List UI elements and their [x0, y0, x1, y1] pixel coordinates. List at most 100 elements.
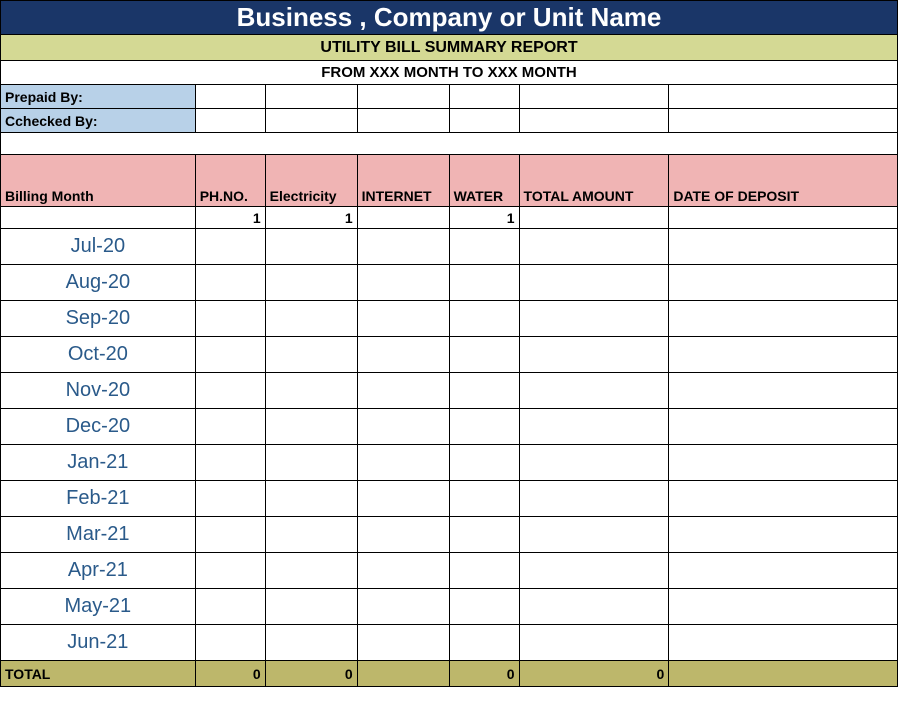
cell[interactable]: [265, 373, 357, 409]
cell[interactable]: [195, 445, 265, 481]
cell[interactable]: [519, 445, 669, 481]
cell[interactable]: [265, 517, 357, 553]
cell[interactable]: [195, 301, 265, 337]
cell[interactable]: [357, 133, 449, 155]
cell[interactable]: [449, 265, 519, 301]
cell[interactable]: [265, 85, 357, 109]
cell[interactable]: [357, 553, 449, 589]
cell[interactable]: [449, 229, 519, 265]
cell[interactable]: [519, 109, 669, 133]
cell[interactable]: [519, 517, 669, 553]
cell[interactable]: [195, 85, 265, 109]
cell[interactable]: [195, 229, 265, 265]
cell[interactable]: [669, 589, 898, 625]
cell[interactable]: [449, 337, 519, 373]
cell[interactable]: [519, 229, 669, 265]
cell[interactable]: [195, 109, 265, 133]
cell[interactable]: [669, 133, 898, 155]
cell[interactable]: [519, 409, 669, 445]
cell[interactable]: [195, 133, 265, 155]
cell[interactable]: [265, 553, 357, 589]
cell[interactable]: [519, 589, 669, 625]
cell[interactable]: [195, 481, 265, 517]
cell[interactable]: [449, 373, 519, 409]
month-cell[interactable]: Nov-20: [1, 373, 196, 409]
cell[interactable]: [265, 445, 357, 481]
cell[interactable]: [519, 133, 669, 155]
month-cell[interactable]: Jul-20: [1, 229, 196, 265]
cell[interactable]: [265, 625, 357, 661]
cell[interactable]: [357, 337, 449, 373]
cell[interactable]: [265, 481, 357, 517]
cell[interactable]: [357, 625, 449, 661]
cell[interactable]: [449, 589, 519, 625]
cell[interactable]: [449, 133, 519, 155]
cell[interactable]: [669, 229, 898, 265]
cell[interactable]: [265, 409, 357, 445]
cell[interactable]: [669, 409, 898, 445]
cell[interactable]: [449, 85, 519, 109]
cell[interactable]: [449, 517, 519, 553]
cell[interactable]: [519, 373, 669, 409]
cell[interactable]: [357, 373, 449, 409]
cell[interactable]: [669, 337, 898, 373]
cell[interactable]: [669, 109, 898, 133]
month-cell[interactable]: Dec-20: [1, 409, 196, 445]
cell[interactable]: [195, 589, 265, 625]
cell[interactable]: [519, 85, 669, 109]
cell[interactable]: [265, 301, 357, 337]
cell[interactable]: [357, 517, 449, 553]
cell[interactable]: [519, 553, 669, 589]
cell[interactable]: [449, 445, 519, 481]
cell[interactable]: [669, 625, 898, 661]
cell[interactable]: [357, 265, 449, 301]
cell[interactable]: [195, 625, 265, 661]
cell[interactable]: [357, 445, 449, 481]
month-cell[interactable]: May-21: [1, 589, 196, 625]
cell[interactable]: [669, 85, 898, 109]
cell[interactable]: [669, 265, 898, 301]
month-cell[interactable]: Apr-21: [1, 553, 196, 589]
cell[interactable]: [669, 553, 898, 589]
cell[interactable]: [669, 481, 898, 517]
cell[interactable]: [519, 265, 669, 301]
cell[interactable]: [449, 481, 519, 517]
cell[interactable]: [265, 337, 357, 373]
cell[interactable]: [357, 109, 449, 133]
month-cell[interactable]: Jan-21: [1, 445, 196, 481]
month-cell[interactable]: Jun-21: [1, 625, 196, 661]
cell[interactable]: [1, 133, 196, 155]
cell-electricity[interactable]: 1: [265, 207, 357, 229]
cell[interactable]: [669, 301, 898, 337]
cell[interactable]: [449, 301, 519, 337]
cell[interactable]: [449, 553, 519, 589]
cell[interactable]: [669, 517, 898, 553]
cell[interactable]: [357, 229, 449, 265]
month-cell[interactable]: Mar-21: [1, 517, 196, 553]
cell[interactable]: [357, 409, 449, 445]
cell[interactable]: [195, 373, 265, 409]
cell[interactable]: [669, 445, 898, 481]
cell[interactable]: [519, 625, 669, 661]
cell[interactable]: [1, 207, 196, 229]
cell[interactable]: [519, 337, 669, 373]
cell-water[interactable]: 1: [449, 207, 519, 229]
cell[interactable]: [519, 301, 669, 337]
month-cell[interactable]: Oct-20: [1, 337, 196, 373]
cell[interactable]: [357, 589, 449, 625]
cell[interactable]: [357, 301, 449, 337]
month-cell[interactable]: Feb-21: [1, 481, 196, 517]
month-cell[interactable]: Aug-20: [1, 265, 196, 301]
cell[interactable]: [449, 109, 519, 133]
cell[interactable]: [265, 265, 357, 301]
cell[interactable]: [449, 625, 519, 661]
cell-internet[interactable]: [357, 207, 449, 229]
cell[interactable]: [265, 589, 357, 625]
cell[interactable]: [519, 481, 669, 517]
cell[interactable]: [357, 481, 449, 517]
cell[interactable]: [195, 265, 265, 301]
cell[interactable]: [265, 133, 357, 155]
cell-phno[interactable]: 1: [195, 207, 265, 229]
cell-deposit[interactable]: [669, 207, 898, 229]
cell[interactable]: [195, 409, 265, 445]
